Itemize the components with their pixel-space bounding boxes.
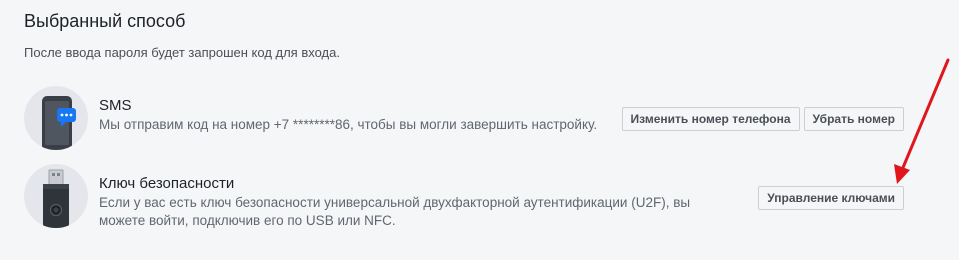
key-button-group: Управление ключами xyxy=(758,186,904,210)
method-sms: SMS Мы отправим код на номер +7 ********… xyxy=(24,86,914,150)
phone-sms-icon xyxy=(24,86,88,150)
method-sms-text: SMS Мы отправим код на номер +7 ********… xyxy=(99,96,597,134)
section-title: Выбранный способ xyxy=(24,11,186,31)
method-key-description: Если у вас есть ключ безопасности универ… xyxy=(99,195,691,228)
method-security-key: Ключ безопасности Если у вас есть ключ б… xyxy=(24,164,914,228)
sms-button-group: Изменить номер телефона Убрать номер xyxy=(621,107,904,131)
manage-keys-button[interactable]: Управление ключами xyxy=(758,186,904,210)
usb-security-key-icon xyxy=(24,164,88,228)
method-sms-description: Мы отправим код на номер +7 ********86, … xyxy=(99,117,598,132)
two-factor-method-panel: Выбранный способ После ввода пароля буде… xyxy=(0,0,959,260)
method-key-title: Ключ безопасности xyxy=(99,175,235,192)
section-description: После ввода пароля будет запрошен код дл… xyxy=(24,45,340,60)
remove-number-button[interactable]: Убрать номер xyxy=(803,107,904,131)
method-sms-title: SMS xyxy=(99,97,132,114)
change-phone-number-button[interactable]: Изменить номер телефона xyxy=(621,107,800,131)
method-key-text: Ключ безопасности Если у вас есть ключ б… xyxy=(99,174,724,230)
